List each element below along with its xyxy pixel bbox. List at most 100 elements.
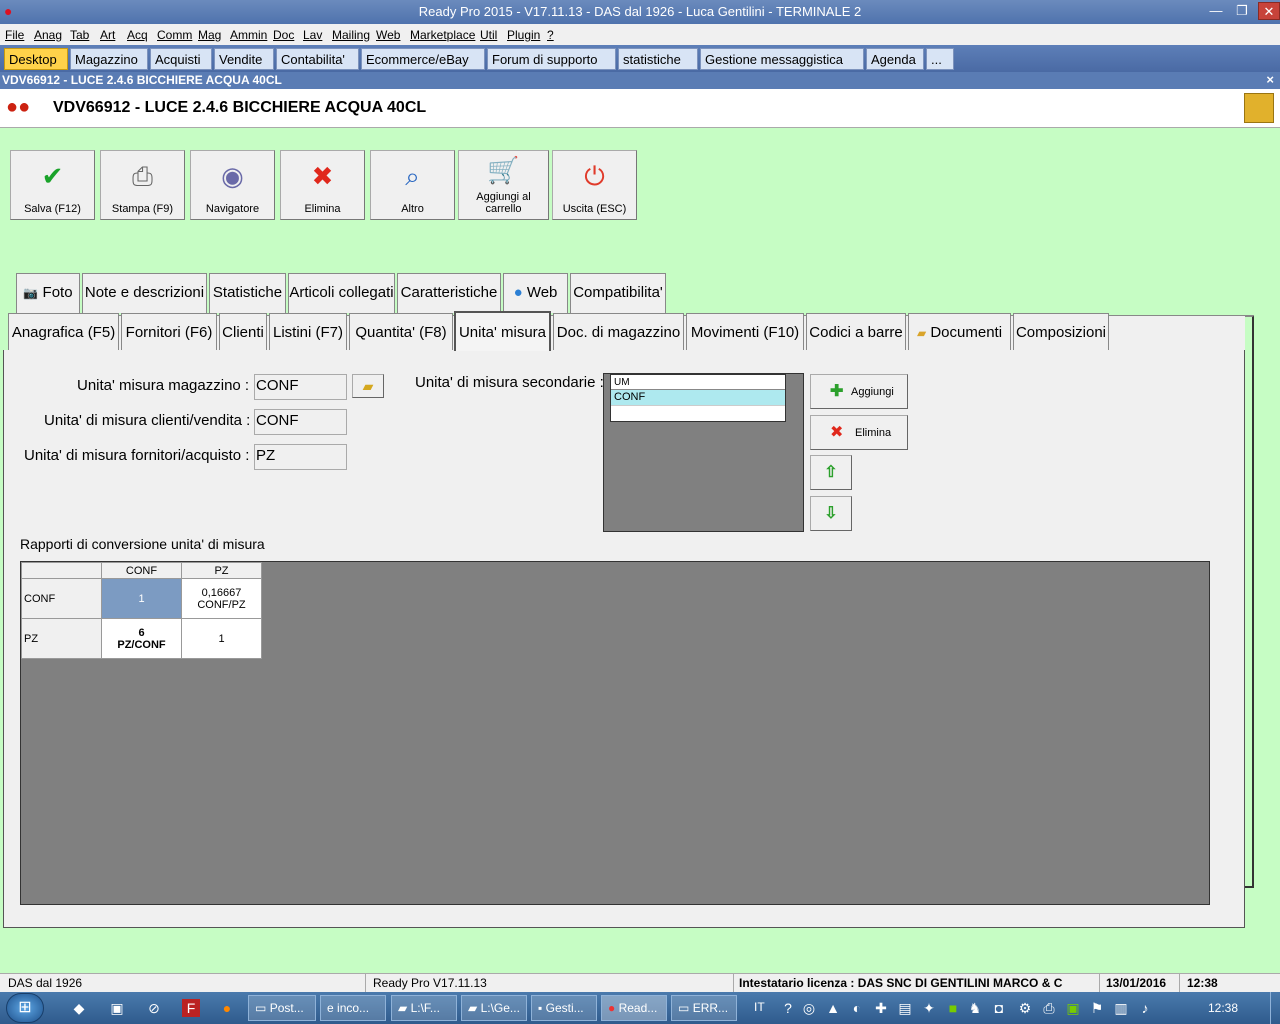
tray-icon[interactable]: ◎ [800,999,818,1017]
menu-plugin[interactable]: Plugin [507,28,540,42]
module-tab-acquisti[interactable]: Acquisti [150,48,212,70]
nvidia-icon[interactable]: ▣ [1064,999,1082,1017]
tab-articoli-collegati[interactable]: Articoli collegati [288,273,395,313]
tab-fornitori[interactable]: Fornitori (F6) [121,313,217,353]
tray-icon[interactable]: ◘ [990,999,1008,1017]
module-tab-forum[interactable]: Forum di supporto [487,48,616,70]
restore-button[interactable]: ❐ [1230,2,1254,20]
firefox-icon[interactable]: ● [218,999,236,1017]
tab-clienti[interactable]: Clienti [219,313,267,353]
menu-anag[interactable]: Anag [34,28,62,42]
menu-comm[interactable]: Comm [157,28,192,42]
add-um-button[interactable]: ✚ Aggiungi [810,374,908,409]
menu-ammin[interactable]: Ammin [230,28,267,42]
taskbar-task[interactable]: ▭ Post... [248,995,316,1021]
print-button[interactable]: ⎙ Stampa (F9) [100,150,185,220]
module-tab-desktop[interactable]: Desktop [4,48,68,70]
volume-icon[interactable]: ♪ [1136,999,1154,1017]
save-button[interactable]: ✔ Salva (F12) [10,150,95,220]
move-up-button[interactable]: ⇧ [810,455,852,490]
tab-doc-magazzino[interactable]: Doc. di magazzino [553,313,684,353]
module-tab-vendite[interactable]: Vendite [214,48,274,70]
menu-lav[interactable]: Lav [303,28,322,42]
um-clienti-field[interactable]: CONF [254,409,347,435]
taskbar-task[interactable]: e inco... [320,995,386,1021]
tab-codici-barre[interactable]: Codici a barre [806,313,906,353]
navigator-button[interactable]: ◉ Navigatore [190,150,275,220]
antivirus-icon[interactable]: ⊘ [145,999,163,1017]
menu-tab[interactable]: Tab [70,28,89,42]
close-document-button[interactable]: × [1266,72,1274,87]
taskbar-task[interactable]: ● Read... [601,995,667,1021]
menu-util[interactable]: Util [480,28,497,42]
tab-listini[interactable]: Listini (F7) [269,313,347,353]
menu-mailing[interactable]: Mailing [332,28,370,42]
printer-icon[interactable]: ⎙ [1040,999,1058,1017]
language-indicator[interactable]: IT [754,1000,765,1014]
tray-icon[interactable]: ■ [944,999,962,1017]
exit-button[interactable]: ⏻ Uscita (ESC) [552,150,637,220]
module-tab-contabilita[interactable]: Contabilita' [276,48,359,70]
filezilla-icon[interactable]: F [182,999,200,1017]
flag-icon[interactable]: ⚑ [1088,999,1106,1017]
table-cell[interactable]: 1 [101,578,182,619]
table-cell[interactable]: 0,16667 CONF/PZ [181,578,262,619]
menu-mag[interactable]: Mag [198,28,221,42]
tab-foto[interactable]: 📷 Foto [16,273,80,313]
secondary-um-list[interactable]: UM CONF [603,373,804,532]
module-tab-agenda[interactable]: Agenda [866,48,924,70]
um-fornitori-field[interactable]: PZ [254,444,347,470]
system-clock[interactable]: 12:38 [1208,1001,1238,1015]
remove-um-button[interactable]: ✖ Elimina [810,415,908,450]
taskbar-task[interactable]: ▪ Gesti... [531,995,597,1021]
tab-statistiche[interactable]: Statistiche [209,273,286,313]
secondary-um-grid[interactable]: UM CONF [610,374,786,422]
module-tab-more[interactable]: ... [926,48,954,70]
module-tab-statistiche[interactable]: statistiche [618,48,698,70]
menu-web[interactable]: Web [376,28,400,42]
menu-art[interactable]: Art [100,28,115,42]
menu-file[interactable]: File [5,28,24,42]
module-tab-messaggistica[interactable]: Gestione messaggistica [700,48,864,70]
menu-marketplace[interactable]: Marketplace [410,28,475,42]
tab-anagrafica[interactable]: Anagrafica (F5) [8,313,119,353]
tab-composizioni[interactable]: Composizioni [1013,313,1109,353]
network-icon[interactable]: ▥ [1112,999,1130,1017]
tray-icon[interactable]: ▤ [896,999,914,1017]
tab-web[interactable]: ● Web [503,273,568,313]
network-icon[interactable]: ▣ [108,999,126,1017]
move-down-button[interactable]: ⇩ [810,496,852,531]
tray-icon[interactable]: ♞ [966,999,984,1017]
show-desktop-button[interactable] [1270,992,1280,1024]
module-tab-ecommerce[interactable]: Ecommerce/eBay [361,48,485,70]
taskbar-task[interactable]: ▰ L:\F... [391,995,457,1021]
help-icon[interactable]: ? [779,999,797,1017]
conversion-table[interactable]: CONF PZ CONF 1 0,16667 CONF/PZ PZ 6 PZ/C… [21,562,262,659]
menu-acq[interactable]: Acq [127,28,148,42]
minimize-button[interactable]: — [1204,2,1228,20]
table-cell[interactable]: 1 [181,618,262,659]
pin-icon[interactable]: ◆ [70,999,88,1017]
taskbar-task[interactable]: ▰ L:\Ge... [461,995,527,1021]
tray-icon[interactable]: ◐ [848,999,866,1017]
tab-unita-misura[interactable]: Unita' misura [454,311,551,351]
tray-icon[interactable]: ✦ [920,999,938,1017]
tray-icon[interactable]: ✚ [872,999,890,1017]
tab-note-descrizioni[interactable]: Note e descrizioni [82,273,207,313]
start-button[interactable]: ⊞ [6,993,44,1023]
tab-quantita[interactable]: Quantita' (F8) [349,313,453,353]
tab-caratteristiche[interactable]: Caratteristiche [397,273,501,313]
um-magazzino-field[interactable]: CONF [254,374,347,400]
module-tab-magazzino[interactable]: Magazzino [70,48,148,70]
list-item[interactable]: CONF [611,390,785,406]
tray-icon[interactable]: ▲ [824,999,842,1017]
browse-folder-button[interactable]: ▰ [352,374,384,398]
menu-help[interactable]: ? [547,28,554,42]
delete-button[interactable]: ✖ Elimina [280,150,365,220]
close-window-button[interactable]: ✕ [1258,2,1280,20]
add-to-cart-button[interactable]: 🛒 Aggiungi al carrello [458,150,549,220]
table-cell[interactable]: 6 PZ/CONF [101,618,182,659]
menu-doc[interactable]: Doc [273,28,294,42]
tray-icon[interactable]: ⚙ [1016,999,1034,1017]
taskbar-task[interactable]: ▭ ERR... [671,995,737,1021]
